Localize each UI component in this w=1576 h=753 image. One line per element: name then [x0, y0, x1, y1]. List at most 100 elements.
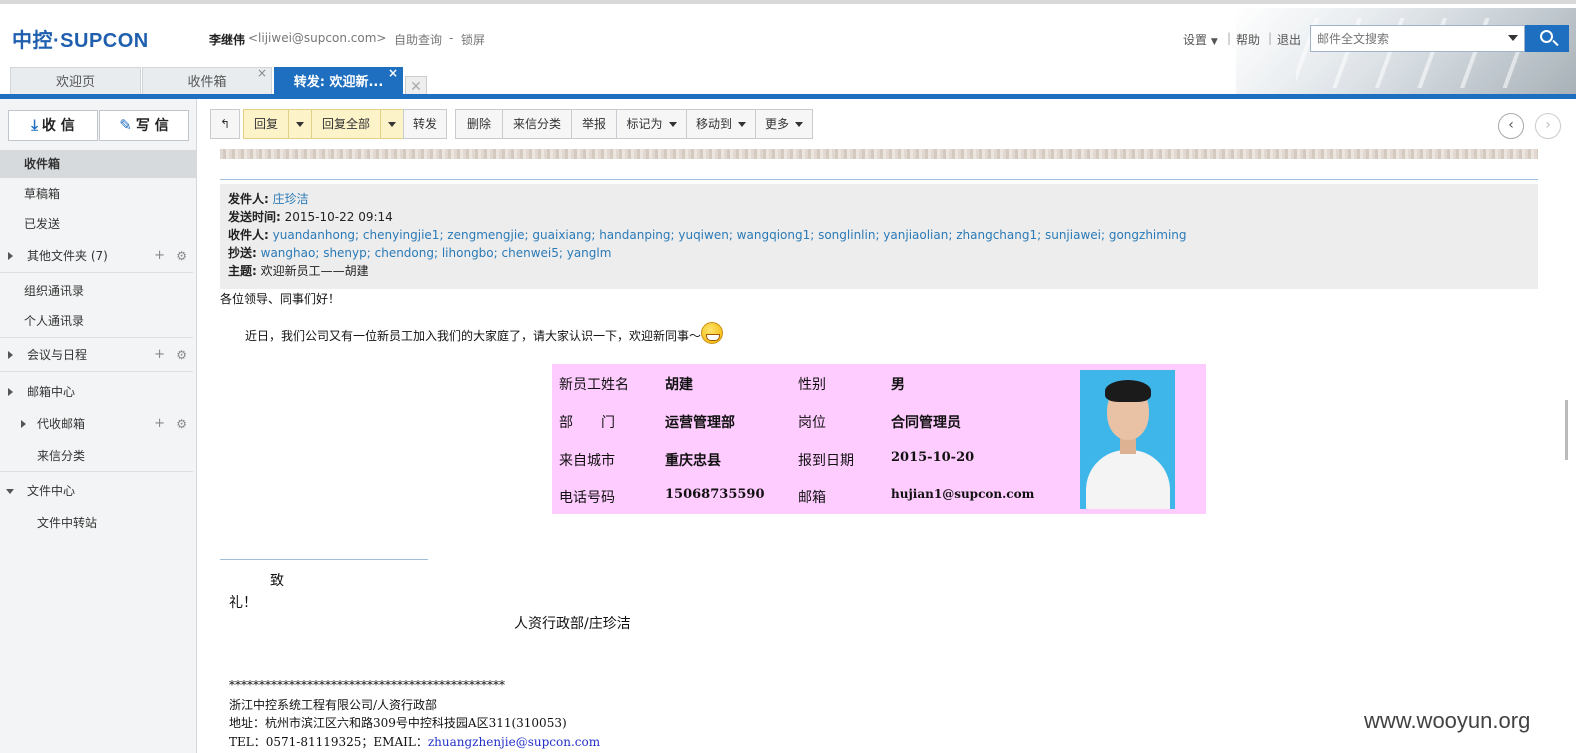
chevron-right-icon[interactable]	[8, 351, 13, 359]
delete-button[interactable]: 删除	[455, 109, 503, 139]
gear-icon[interactable]: ⚙	[176, 242, 187, 270]
separator: |	[1268, 31, 1273, 45]
from-row: 发件人: 庄珍洁	[228, 190, 1530, 208]
search-button[interactable]	[1525, 25, 1569, 52]
close-icon[interactable]: ×	[388, 63, 398, 83]
sidebar-item-label: 代收邮箱	[37, 417, 86, 431]
sidebar-item-mail-center[interactable]: 邮箱中心	[0, 378, 197, 406]
from-value[interactable]: 庄珍洁	[273, 192, 309, 206]
reply-all-label: 回复全部	[321, 117, 370, 131]
next-mail-button[interactable]: ›	[1535, 113, 1561, 139]
tab-label: 欢迎页	[55, 75, 95, 90]
tab-label: 转发: 欢迎新...	[293, 75, 384, 90]
company-name: 浙江中控系统工程有限公司/人资行政部	[229, 698, 438, 712]
contact-prefix: TEL：0571-81119325；EMAIL：	[229, 735, 428, 749]
move-to-button[interactable]: 移动到	[686, 109, 756, 139]
time-label: 发送时间:	[228, 210, 281, 224]
sidebar-item-inbox[interactable]: 收件箱	[0, 150, 197, 178]
emp-gender: 男	[891, 377, 905, 393]
mail-intro: 近日，我们公司又有一位新员工加入我们的大家庭了，请大家认识一下，欢迎新同事～	[245, 322, 724, 344]
sidebar-item-file-transfer[interactable]: 文件中转站	[0, 509, 197, 537]
time-row: 发送时间: 2015-10-22 09:14	[228, 208, 1530, 226]
sidebar-item-label: 个人通讯录	[24, 314, 85, 328]
sidebar-item-label: 收件箱	[24, 157, 61, 171]
help-link[interactable]: 帮助	[1236, 31, 1260, 48]
sidebar-item-label: 文件中转站	[37, 516, 98, 530]
sidebar-item-org-contacts[interactable]: 组织通讯录	[0, 277, 197, 305]
compose-button[interactable]: ✎ 写 信	[99, 110, 189, 141]
sidebar-item-meetings[interactable]: 会议与日程 + ⚙	[0, 341, 197, 369]
classify-button[interactable]: 来信分类	[502, 109, 572, 139]
reply-button[interactable]: 回复	[243, 109, 289, 139]
gear-icon[interactable]: ⚙	[176, 341, 187, 369]
emp-dept: 运营管理部	[665, 415, 735, 431]
signature: 人资行政部/庄珍洁	[514, 616, 631, 632]
search-icon	[1540, 30, 1553, 43]
back-button[interactable]: ↰	[210, 109, 240, 139]
close-icon[interactable]: ×	[257, 63, 267, 83]
to-label: 收件人:	[228, 228, 269, 242]
logout-link[interactable]: 退出	[1277, 31, 1301, 48]
add-folder-icon[interactable]: +	[154, 242, 165, 270]
sidebar-item-file-center[interactable]: 文件中心	[0, 477, 197, 505]
emp-email: hujian1@supcon.com	[891, 487, 1035, 501]
subject-row: 主题: 欢迎新员工——胡建	[228, 262, 1530, 280]
reply-all-button[interactable]: 回复全部	[311, 109, 381, 139]
sidebar-item-label: 草稿箱	[24, 187, 61, 201]
sidebar-item-incoming-categories[interactable]: 来信分类	[0, 442, 197, 470]
mark-as-label: 标记为	[626, 117, 663, 131]
search-input[interactable]	[1311, 26, 1501, 51]
reply-all-dropdown[interactable]	[380, 109, 404, 139]
sidebar-item-label: 邮箱中心	[27, 385, 76, 399]
more-label: 更多	[764, 117, 789, 131]
sidebar-item-drafts[interactable]: 草稿箱	[0, 180, 197, 208]
chevron-right-icon[interactable]	[8, 252, 13, 260]
search-box[interactable]	[1310, 25, 1525, 52]
chevron-right-icon[interactable]	[8, 388, 13, 396]
settings-menu[interactable]: 设置 ▼	[1183, 31, 1218, 48]
more-button[interactable]: 更多	[755, 109, 813, 139]
emp-position: 合同管理员	[891, 415, 961, 431]
back-arrow-icon: ↰	[219, 117, 231, 131]
cc-label: 抄送:	[228, 246, 257, 260]
lock-screen-link[interactable]: 锁屏	[461, 31, 485, 48]
tab-label: 收件箱	[187, 75, 227, 90]
emp-name-label: 新员工姓名	[559, 377, 629, 393]
add-calendar-icon[interactable]: +	[154, 341, 165, 369]
emp-dept-label: 部 门	[559, 415, 615, 431]
settings-label: 设置	[1183, 33, 1208, 47]
contact-email-link[interactable]: zhuangzhenjie@supcon.com	[428, 735, 600, 749]
grin-emoji-icon	[701, 322, 724, 344]
sidebar-item-label: 其他文件夹 (7)	[27, 249, 108, 263]
emp-position-label: 岗位	[798, 415, 826, 431]
prev-mail-button[interactable]: ‹	[1498, 113, 1524, 139]
mark-as-button[interactable]: 标记为	[616, 109, 687, 139]
to-row: 收件人: yuandanhong; chenyingjie1; zengmeng…	[228, 226, 1530, 244]
chevron-down-icon	[795, 122, 803, 127]
add-mailbox-icon[interactable]: +	[154, 410, 165, 438]
chevron-right-icon[interactable]	[21, 420, 26, 428]
receive-mail-button[interactable]: ⤓ 收 信	[8, 110, 98, 141]
reply-dropdown[interactable]	[288, 109, 312, 139]
scrollbar[interactable]	[1565, 400, 1568, 460]
report-button[interactable]: 举报	[571, 109, 617, 139]
company-address: 地址：杭州市滨江区六和路309号中控科技园A区311(310053)	[229, 716, 567, 730]
gear-icon[interactable]: ⚙	[176, 410, 187, 438]
brand-logo: 中控·SUPCON	[12, 30, 149, 52]
cc-value[interactable]: wanghao; shenyp; chendong; lihongbo; che…	[261, 246, 612, 260]
sidebar-item-proxy-mailbox[interactable]: 代收邮箱 + ⚙	[0, 410, 197, 438]
sidebar-item-other-folders[interactable]: 其他文件夹 (7) + ⚙	[0, 242, 197, 270]
emp-date-label: 报到日期	[798, 453, 854, 469]
sidebar-item-label: 组织通讯录	[24, 284, 85, 298]
sidebar-item-personal-contacts[interactable]: 个人通讯录	[0, 307, 197, 335]
subject-value: 欢迎新员工——胡建	[260, 264, 369, 278]
sidebar-item-sent[interactable]: 已发送	[0, 210, 197, 238]
forward-button[interactable]: 转发	[403, 109, 447, 139]
chevron-down-icon[interactable]	[6, 489, 14, 494]
search-scope-dropdown-icon[interactable]	[1508, 35, 1518, 41]
subject-label: 主题:	[228, 264, 257, 278]
move-to-label: 移动到	[695, 117, 732, 131]
from-label: 发件人:	[228, 192, 269, 206]
to-value[interactable]: yuandanhong; chenyingjie1; zengmengjie; …	[273, 228, 1187, 242]
self-query-link[interactable]: 自助查询	[394, 31, 442, 48]
